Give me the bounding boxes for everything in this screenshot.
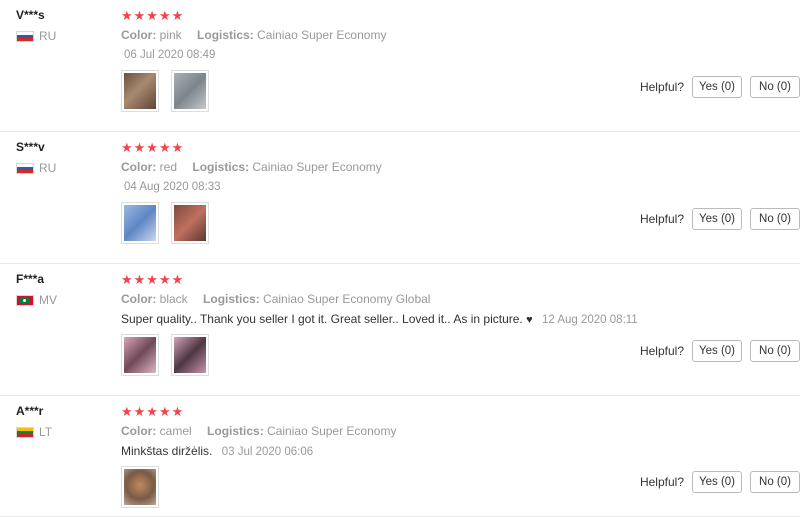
- review-item: V***s RU ★★★★★ Color: pink Logistics: Ca…: [0, 0, 800, 132]
- reviewer-info: A***r LT: [16, 404, 106, 439]
- review-photos: [121, 334, 209, 376]
- review-photos: [121, 466, 159, 508]
- helpful-vote: Helpful? Yes (0) No (0): [640, 76, 800, 98]
- helpful-vote: Helpful? Yes (0) No (0): [640, 208, 800, 230]
- review-item: F***a MV ★★★★★ Color: black Logistics: C…: [0, 264, 800, 396]
- yes-button[interactable]: Yes (0): [692, 208, 742, 230]
- color-value: red: [159, 160, 178, 174]
- review-photo-thumbnail[interactable]: [121, 70, 159, 112]
- country-code: LT: [39, 425, 53, 439]
- heart-icon: ♥: [526, 314, 533, 326]
- color-value: pink: [159, 28, 182, 42]
- color-label: Color:: [121, 28, 157, 42]
- star-rating-icon: ★★★★★: [121, 140, 185, 155]
- logistics-label: Logistics:: [197, 28, 254, 42]
- logistics-label: Logistics:: [192, 160, 250, 174]
- order-attributes: Color: pink Logistics: Cainiao Super Eco…: [121, 28, 641, 43]
- country-code: MV: [39, 293, 57, 307]
- logistics-value: Cainiao Super Economy: [252, 160, 382, 174]
- order-attributes: Color: red Logistics: Cainiao Super Econ…: [121, 160, 641, 175]
- review-text-line: Minkštas diržėlis. 03 Jul 2020 06:06: [121, 444, 641, 459]
- logistics-value: Cainiao Super Economy: [267, 424, 397, 438]
- review-text-line: Super quality.. Thank you seller I got i…: [121, 312, 641, 327]
- logistics-value: Cainiao Super Economy Global: [263, 292, 431, 306]
- logistics-label: Logistics:: [207, 424, 264, 438]
- no-button[interactable]: No (0): [750, 471, 800, 493]
- yes-button[interactable]: Yes (0): [692, 76, 742, 98]
- lt-flag-icon: [16, 426, 34, 438]
- review-photo-thumbnail[interactable]: [171, 202, 209, 244]
- review-photo-thumbnail[interactable]: [121, 202, 159, 244]
- reviewer-info: F***a MV: [16, 272, 106, 307]
- logistics-label: Logistics:: [203, 292, 260, 306]
- yes-button[interactable]: Yes (0): [692, 340, 742, 362]
- color-label: Color:: [121, 292, 157, 306]
- color-value: black: [159, 292, 188, 306]
- country-code: RU: [39, 161, 57, 175]
- review-text: Minkštas diržėlis.: [121, 444, 213, 458]
- reviewer-country: RU: [16, 29, 106, 43]
- helpful-label: Helpful?: [639, 344, 684, 358]
- star-rating-icon: ★★★★★: [121, 8, 185, 23]
- helpful-label: Helpful?: [639, 212, 684, 226]
- reviewer-name: S***v: [16, 140, 45, 154]
- review-photos: [121, 202, 209, 244]
- review-body: ★★★★★ Color: black Logistics: Cainiao Su…: [121, 273, 641, 327]
- mv-flag-icon: [16, 294, 34, 306]
- review-date: 12 Aug 2020 08:11: [541, 314, 638, 326]
- review-body: ★★★★★ Color: red Logistics: Cainiao Supe…: [121, 141, 641, 195]
- country-code: RU: [39, 29, 57, 43]
- color-label: Color:: [121, 424, 157, 438]
- reviewer-info: V***s RU: [16, 8, 106, 43]
- helpful-vote: Helpful? Yes (0) No (0): [640, 471, 800, 493]
- review-photos: [121, 70, 209, 112]
- review-text: Super quality.. Thank you seller I got i…: [121, 312, 523, 326]
- star-rating-icon: ★★★★★: [121, 272, 185, 287]
- order-attributes: Color: camel Logistics: Cainiao Super Ec…: [121, 424, 641, 439]
- color-value: camel: [159, 424, 192, 438]
- review-date: 03 Jul 2020 06:06: [221, 446, 314, 458]
- review-photo-thumbnail[interactable]: [121, 466, 159, 508]
- no-button[interactable]: No (0): [750, 208, 800, 230]
- no-button[interactable]: No (0): [750, 340, 800, 362]
- review-photo-thumbnail[interactable]: [121, 334, 159, 376]
- reviewer-name: F***a: [16, 272, 45, 286]
- review-photo-thumbnail[interactable]: [171, 70, 209, 112]
- reviewer-name: V***s: [16, 8, 45, 22]
- helpful-label: Helpful?: [639, 80, 684, 94]
- ru-flag-icon: [16, 30, 34, 42]
- review-item: S***v RU ★★★★★ Color: red Logistics: Cai…: [0, 132, 800, 264]
- color-label: Color:: [121, 160, 157, 174]
- helpful-label: Helpful?: [639, 475, 684, 489]
- review-photo-thumbnail[interactable]: [171, 334, 209, 376]
- reviewer-country: MV: [16, 293, 106, 307]
- reviewer-info: S***v RU: [16, 140, 106, 175]
- review-body: ★★★★★ Color: pink Logistics: Cainiao Sup…: [121, 9, 641, 63]
- reviewer-country: LT: [16, 425, 106, 439]
- review-date: 06 Jul 2020 08:49: [124, 49, 216, 61]
- no-button[interactable]: No (0): [750, 76, 800, 98]
- order-attributes: Color: black Logistics: Cainiao Super Ec…: [121, 292, 641, 307]
- review-body: ★★★★★ Color: camel Logistics: Cainiao Su…: [121, 405, 641, 459]
- star-rating-icon: ★★★★★: [121, 404, 185, 419]
- review-item: A***r LT ★★★★★ Color: camel Logistics: C…: [0, 396, 800, 517]
- yes-button[interactable]: Yes (0): [692, 471, 742, 493]
- review-date: 04 Aug 2020 08:33: [124, 181, 221, 193]
- helpful-vote: Helpful? Yes (0) No (0): [640, 340, 800, 362]
- ru-flag-icon: [16, 162, 34, 174]
- reviewer-name: A***r: [16, 404, 44, 418]
- logistics-value: Cainiao Super Economy: [257, 28, 387, 42]
- reviewer-country: RU: [16, 161, 106, 175]
- review-list: V***s RU ★★★★★ Color: pink Logistics: Ca…: [0, 0, 800, 517]
